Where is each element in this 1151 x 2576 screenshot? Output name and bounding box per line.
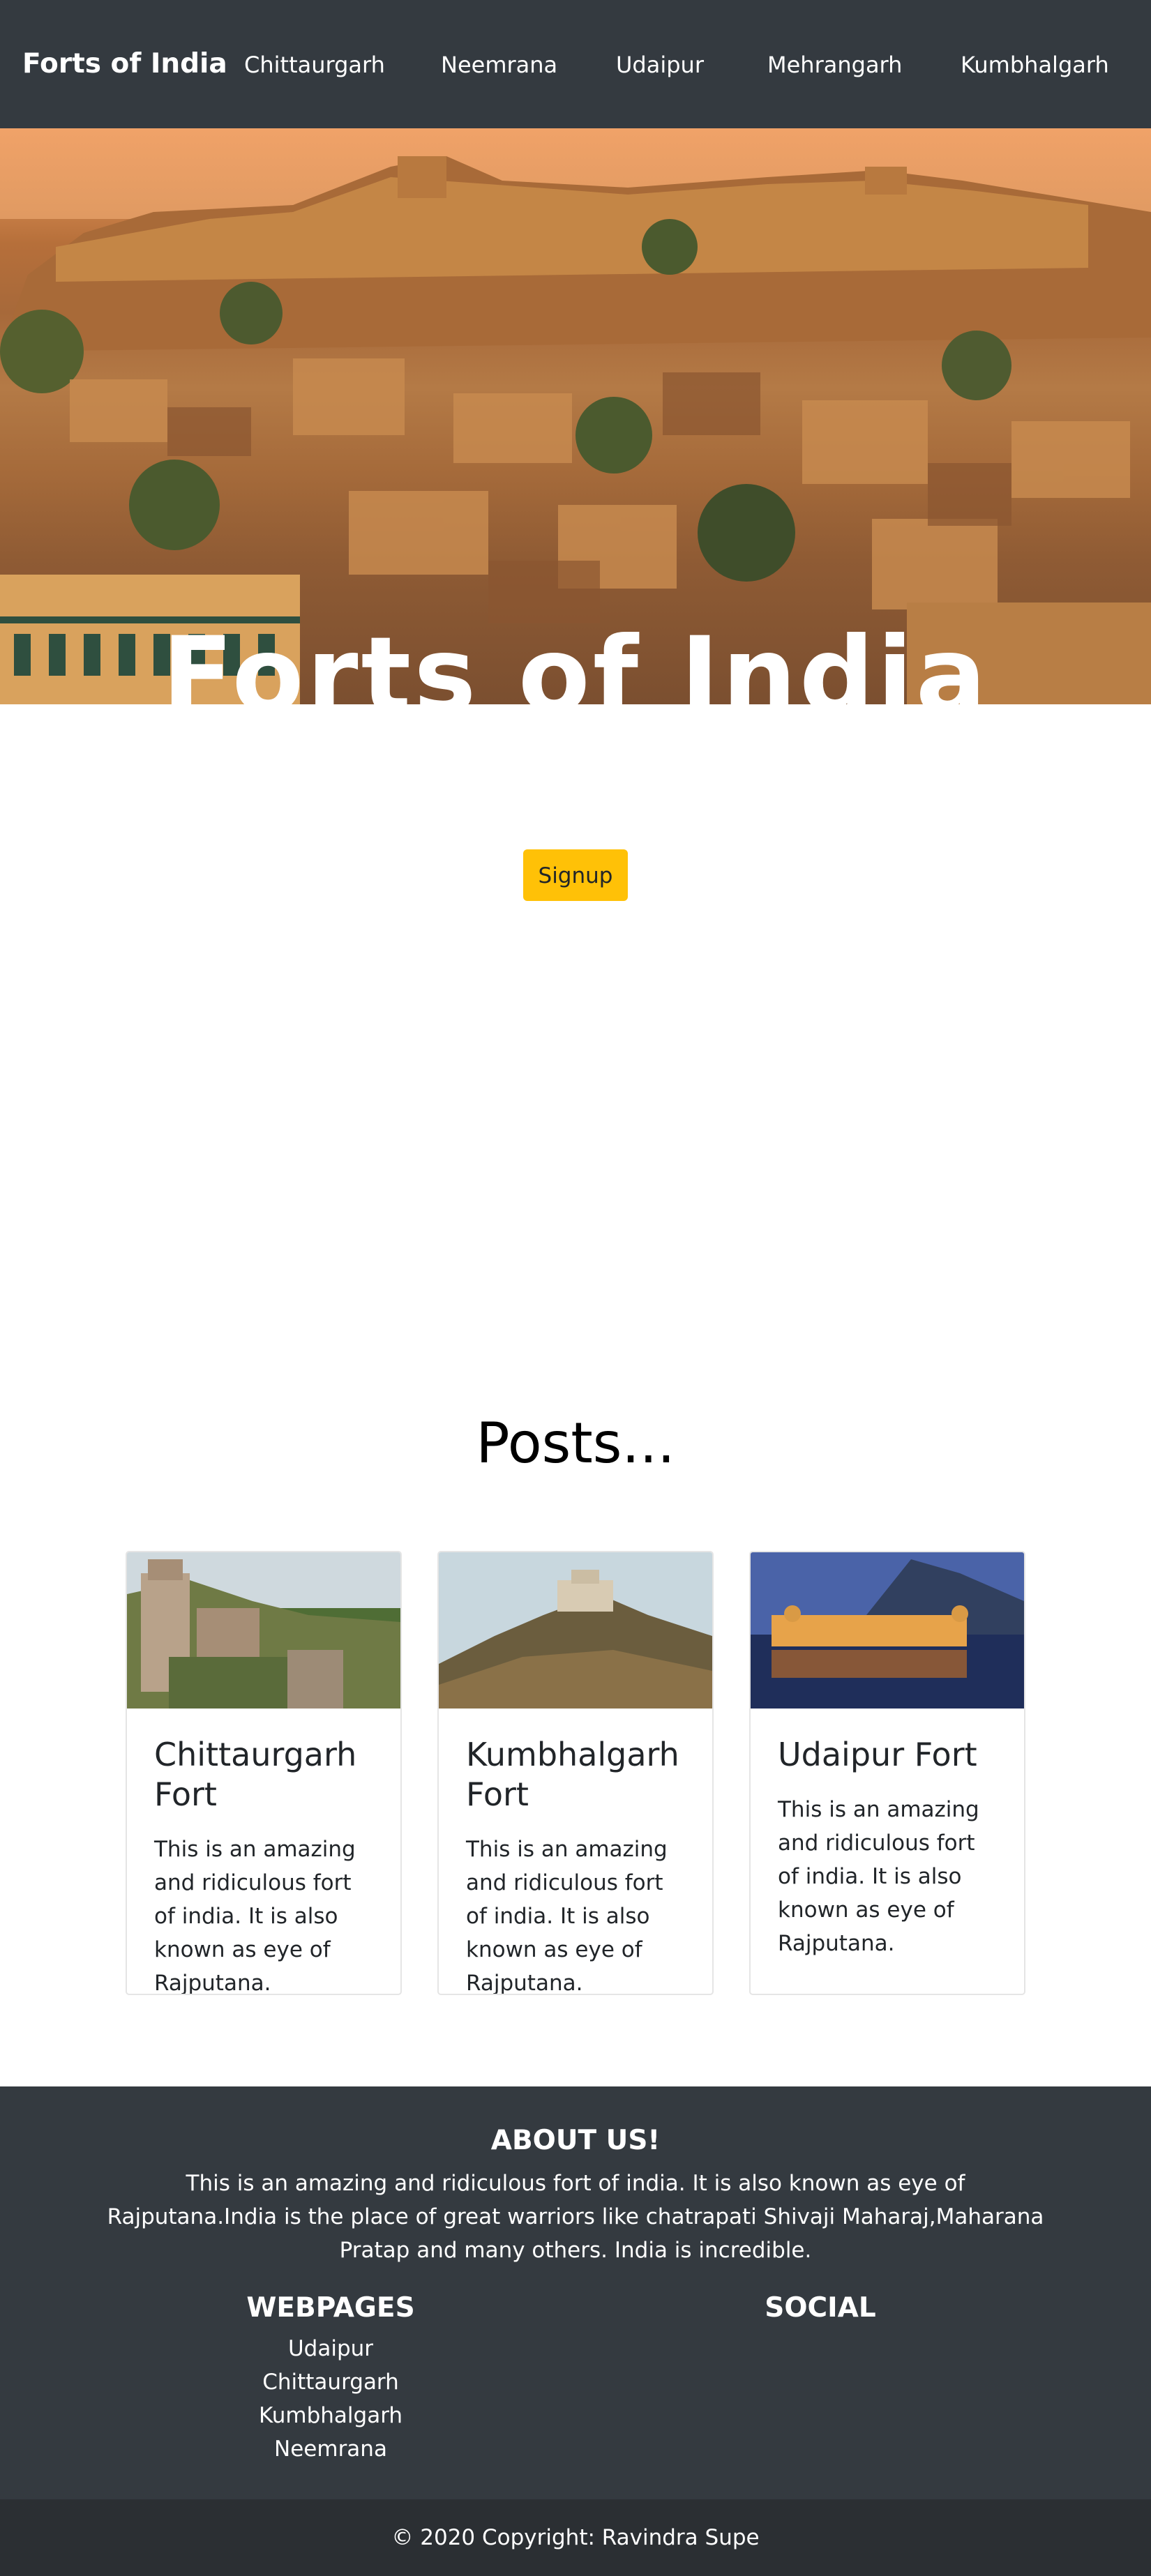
card-title: Udaipur Fort [778, 1736, 977, 1773]
hero-title: Forts of India [162, 615, 989, 704]
navbar: Forts of India Chittaurgarh Neemrana Uda… [0, 0, 1151, 128]
footer-link-udaipur[interactable]: Udaipur [226, 2332, 435, 2365]
signup-button[interactable]: Signup [523, 849, 628, 901]
about-text: This is an amazing and ridiculous fort o… [107, 2171, 1044, 2263]
social-title: SOCIAL [765, 2292, 876, 2324]
card-title: Chittaurgarh Fort [154, 1736, 357, 1813]
card-text: This is an amazing and ridiculous fort o… [778, 1797, 979, 1956]
nav-link-neemrana[interactable]: Neemrana [441, 50, 557, 80]
card-image-chittaurgarh [127, 1552, 400, 1709]
navbar-brand[interactable]: Forts of India [22, 46, 227, 82]
copyright: © 2020 Copyright: Ravindra Supe [0, 2499, 1151, 2576]
nav-link-udaipur[interactable]: Udaipur [616, 50, 704, 80]
hero-banner: Forts of India [0, 128, 1151, 704]
card-text: This is an amazing and ridiculous fort o… [154, 1837, 356, 1995]
about-title: ABOUT US! [490, 2125, 661, 2156]
nav-link-mehrangarh[interactable]: Mehrangarh [767, 50, 902, 80]
card-text: This is an amazing and ridiculous fort o… [466, 1837, 668, 1995]
card-udaipur[interactable]: Udaipur Fort This is an amazing and ridi… [749, 1551, 1025, 1995]
card-image-kumbhalgarh [439, 1552, 712, 1709]
posts-heading: Posts... [476, 1411, 675, 1476]
footer-link-chittaurgarh[interactable]: Chittaurgarh [226, 2365, 435, 2399]
webpages-links: Udaipur Chittaurgarh Kumbhalgarh Neemran… [226, 2332, 435, 2466]
card-chittaurgarh[interactable]: Chittaurgarh Fort This is an amazing and… [126, 1551, 402, 1995]
footer-link-kumbhalgarh[interactable]: Kumbhalgarh [226, 2399, 435, 2432]
nav-link-kumbhalgarh[interactable]: Kumbhalgarh [961, 50, 1109, 80]
card-kumbhalgarh[interactable]: Kumbhalgarh Fort This is an amazing and … [437, 1551, 714, 1995]
footer: ABOUT US! This is an amazing and ridicul… [0, 2086, 1151, 2499]
card-image-udaipur [751, 1552, 1024, 1709]
card-title: Kumbhalgarh Fort [466, 1736, 679, 1813]
webpages-title: WEBPAGES [246, 2292, 415, 2324]
footer-link-neemrana[interactable]: Neemrana [226, 2432, 435, 2466]
nav-link-chittaurgarh[interactable]: Chittaurgarh [244, 50, 385, 80]
